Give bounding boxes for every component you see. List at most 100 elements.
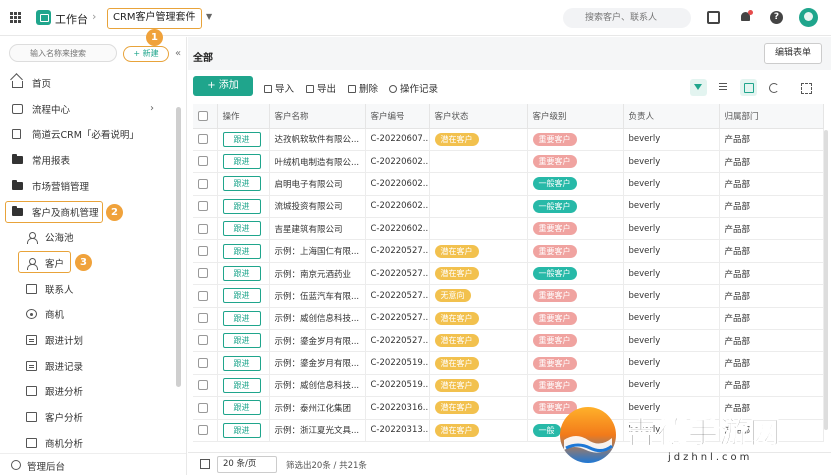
row-checkbox[interactable] — [198, 156, 208, 167]
owner-cell[interactable]: beverly — [623, 128, 720, 151]
row-select-cell[interactable] — [193, 262, 218, 286]
follow-up-button[interactable]: 跟进 — [222, 243, 261, 259]
row-select-cell[interactable] — [193, 172, 218, 196]
sidebar-item[interactable]: 客户分析 — [0, 405, 186, 429]
table-row[interactable]: 跟进 示例：南京元酒药业 C-20220527... 潜在客户 一般客户 beverly 产… — [193, 262, 824, 286]
delete-button[interactable]: 删除 — [348, 81, 378, 95]
select-all-checkbox[interactable] — [198, 110, 208, 121]
row-checkbox[interactable] — [198, 178, 208, 189]
row-select-cell[interactable] — [193, 284, 218, 308]
sidebar-scrollbar[interactable] — [176, 107, 181, 387]
follow-up-button[interactable]: 跟进 — [222, 288, 261, 304]
sidebar-search-input[interactable] — [9, 44, 117, 62]
follow-up-button[interactable]: 跟进 — [222, 310, 261, 326]
row-checkbox[interactable] — [198, 133, 208, 144]
owner-cell[interactable]: beverly — [623, 239, 720, 263]
sidebar-item[interactable]: 跟进记录 — [0, 354, 186, 378]
sidebar-item[interactable]: 常用报表 — [0, 148, 186, 172]
add-button[interactable]: + 添加 — [193, 76, 253, 96]
owner-cell[interactable]: beverly — [623, 351, 720, 375]
follow-up-button[interactable]: 跟进 — [222, 422, 261, 438]
page-size-select[interactable]: 20 条/页 — [217, 456, 277, 473]
row-select-cell[interactable] — [193, 195, 218, 219]
table-scrollbar[interactable] — [824, 130, 828, 430]
row-select-cell[interactable] — [193, 396, 218, 420]
column-header[interactable]: 操作 — [217, 104, 270, 129]
caret-down-icon[interactable]: ▼ — [206, 12, 212, 21]
table-row[interactable]: 跟进 示例：威创信息科技... C-20220519... 潜在客户 重要客户 bever… — [193, 374, 824, 398]
table-row[interactable]: 跟进 示例：伍蓝汽车有限... C-20220527... 无意向 重要客户 beverl… — [193, 284, 824, 308]
row-checkbox[interactable] — [198, 201, 208, 212]
row-checkbox[interactable] — [198, 402, 208, 413]
table-row[interactable]: 跟进 叶绒机电制造有限公... C-20220602... 重要客户 beverly 产品… — [193, 150, 824, 174]
row-checkbox[interactable] — [198, 245, 208, 256]
column-header[interactable]: 客户编号 — [365, 104, 430, 129]
row-select-cell[interactable] — [193, 307, 218, 331]
notification-bell-icon[interactable] — [739, 10, 753, 24]
row-select-cell[interactable] — [193, 374, 218, 398]
owner-cell[interactable]: beverly — [623, 262, 720, 286]
follow-up-button[interactable]: 跟进 — [222, 400, 261, 416]
sidebar-item[interactable]: 商机分析 — [0, 431, 186, 455]
avatar[interactable] — [799, 8, 818, 27]
row-checkbox[interactable] — [198, 268, 208, 279]
row-select-cell[interactable] — [193, 239, 218, 263]
department-cell[interactable]: 产品部 — [719, 195, 824, 219]
follow-up-button[interactable]: 跟进 — [222, 377, 261, 393]
row-select-cell[interactable] — [193, 128, 218, 151]
owner-cell[interactable]: beverly — [623, 150, 720, 174]
collapse-sidebar-icon[interactable]: « — [175, 48, 181, 59]
table-row[interactable]: 跟进 示例：鎏金岁月有限... C-20220519... 潜在客户 重要客户 bever… — [193, 351, 824, 375]
filter-icon[interactable] — [690, 79, 707, 96]
sidebar-item[interactable]: 市场营销管理 — [0, 174, 186, 198]
panel-icon[interactable] — [707, 11, 720, 24]
follow-up-button[interactable]: 跟进 — [222, 198, 261, 214]
row-select-cell[interactable] — [193, 217, 218, 241]
import-button[interactable]: 导入 — [264, 81, 294, 95]
column-settings-icon[interactable] — [200, 459, 210, 469]
chevron-right-icon[interactable]: › — [150, 103, 154, 114]
sidebar-item[interactable]: 跟进计划 — [0, 328, 186, 352]
department-cell[interactable]: 产品部 — [719, 374, 824, 398]
row-checkbox[interactable] — [198, 380, 208, 391]
global-search-input[interactable] — [563, 8, 691, 28]
row-checkbox[interactable] — [198, 313, 208, 324]
owner-cell[interactable]: beverly — [623, 329, 720, 353]
export-button[interactable]: 导出 — [306, 81, 336, 95]
row-select-cell[interactable] — [193, 419, 218, 442]
department-cell[interactable]: 产品部 — [719, 351, 824, 375]
follow-up-button[interactable]: 跟进 — [222, 333, 261, 349]
refresh-icon[interactable] — [765, 79, 782, 96]
sort-icon[interactable] — [715, 79, 732, 96]
table-row[interactable]: 跟进 示例：威创信息科技... C-20220527... 潜在客户 重要客户 bever… — [193, 307, 824, 331]
row-checkbox[interactable] — [198, 425, 208, 436]
department-cell[interactable]: 产品部 — [719, 217, 824, 241]
edit-form-button[interactable]: 编辑表单 — [764, 43, 822, 64]
sidebar-item[interactable]: 联系人 — [0, 277, 186, 301]
suite-name[interactable]: CRM客户管理套件 — [107, 8, 202, 29]
table-row[interactable]: 跟进 示例：上海国仁有限... C-20220527... 潜在客户 重要客户 bever… — [193, 239, 824, 263]
follow-up-button[interactable]: 跟进 — [222, 176, 261, 192]
view-toggle-icon[interactable] — [740, 79, 757, 96]
row-select-cell[interactable] — [193, 329, 218, 353]
help-icon[interactable]: ? — [770, 11, 783, 24]
table-row[interactable]: 跟进 达孜帆软软件有限公... C-20220607... 潜在客户 重要客户 bever… — [193, 128, 824, 151]
table-row[interactable]: 跟进 流城投资有限公司 C-20220602... 一般客户 beverly 产品部 — [193, 195, 824, 219]
sidebar-footer[interactable]: 管理后台 — [0, 453, 186, 475]
follow-up-button[interactable]: 跟进 — [222, 355, 261, 371]
app-grid-icon[interactable] — [10, 12, 21, 23]
fullscreen-icon[interactable] — [797, 79, 814, 96]
follow-up-button[interactable]: 跟进 — [222, 131, 261, 147]
column-header[interactable]: 客户级别 — [527, 104, 624, 129]
sidebar-item[interactable]: 简道云CRM「必看说明」 — [0, 122, 186, 146]
department-cell[interactable]: 产品部 — [719, 262, 824, 286]
owner-cell[interactable]: beverly — [623, 217, 720, 241]
row-checkbox[interactable] — [198, 335, 208, 346]
row-checkbox[interactable] — [198, 223, 208, 234]
department-cell[interactable]: 产品部 — [719, 150, 824, 174]
table-row[interactable]: 跟进 启明电子有限公司 C-20220602... 一般客户 beverly 产品部 — [193, 172, 824, 196]
select-all-cell[interactable] — [193, 104, 218, 129]
row-select-cell[interactable] — [193, 150, 218, 174]
table-row[interactable]: 跟进 示例：鎏金岁月有限... C-20220527... 潜在客户 重要客户 bever… — [193, 329, 824, 353]
owner-cell[interactable]: beverly — [623, 374, 720, 398]
